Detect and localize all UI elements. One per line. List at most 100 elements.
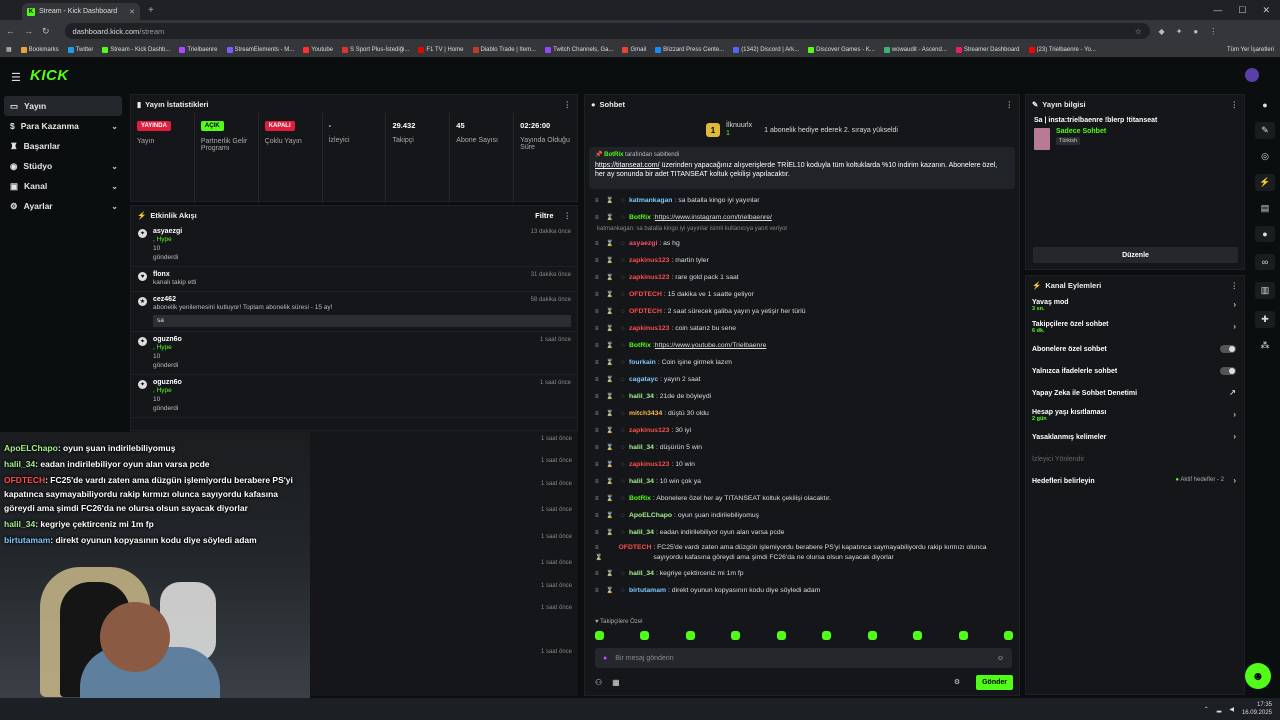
event-user[interactable]: cez462 xyxy=(153,296,571,303)
clock[interactable]: 17:35 16.09.2025 xyxy=(1242,701,1272,717)
list-icon[interactable]: ▥ xyxy=(1255,282,1275,299)
emoji-icon[interactable]: ☺ xyxy=(997,655,1004,662)
mod-actions-icon[interactable]: ≡ ⌛ ◌ xyxy=(595,570,625,577)
chat-username[interactable]: cagatayc xyxy=(629,376,658,383)
info-icon[interactable]: ● xyxy=(1262,100,1267,110)
action-followers-only[interactable]: Takipçilere özel sohbet 6 dk. › xyxy=(1026,316,1244,338)
sidebar-item-para-kazanma[interactable]: $ Para Kazanma ⌄ xyxy=(0,116,126,136)
bookmark-item[interactable]: Streamer Dashboard xyxy=(955,46,1020,53)
bookmark-item[interactable]: Blizzard Press Cente... xyxy=(655,46,724,53)
wrench-icon[interactable]: ✚ xyxy=(1255,311,1275,328)
mod-actions-icon[interactable]: ≡ ⌛ ◌ xyxy=(595,427,625,434)
support-chat-icon[interactable]: ☻ xyxy=(1245,663,1271,689)
user-avatar[interactable] xyxy=(1245,68,1259,82)
bookmark-item[interactable]: Twitter xyxy=(67,46,93,53)
chat-username[interactable]: zapkinus123 xyxy=(629,427,669,434)
chat-username[interactable]: zapkinus123 xyxy=(629,461,669,468)
menu-icon[interactable]: ⋮ xyxy=(1209,27,1217,36)
chat-username[interactable]: halil_34 xyxy=(629,393,654,400)
mod-actions-icon[interactable]: ≡ ⌛ ◌ xyxy=(595,543,613,565)
mod-actions-icon[interactable]: ≡ ⌛ ◌ xyxy=(595,461,625,468)
chat-username[interactable]: mitch3434 xyxy=(629,410,662,417)
bookmark-item[interactable]: Discover Games - K... xyxy=(808,46,875,53)
bookmark-item[interactable]: Stream - Kick Dashb... xyxy=(102,46,170,53)
new-tab-icon[interactable]: + xyxy=(148,5,154,16)
camera-icon[interactable]: ◎ xyxy=(1261,151,1269,162)
subscribers-only-toggle[interactable] xyxy=(1220,345,1236,353)
action-goals[interactable]: Hedefleri belirleyin Aktif hedefler - 2 … xyxy=(1026,470,1244,492)
chat-link[interactable]: https://www.youtube.com/Trielbaenre xyxy=(655,342,767,349)
sidebar-item-basarilar[interactable]: ♜ Başarılar xyxy=(0,136,126,156)
settings-icon[interactable]: ⚙ xyxy=(954,678,960,686)
chat-username[interactable]: BotRix xyxy=(629,342,651,349)
bookmark-item[interactable]: wowaudit - Ascend... xyxy=(883,46,947,53)
mod-actions-icon[interactable]: ≡ ⌛ ◌ xyxy=(595,495,625,502)
sidebar-item-kanal[interactable]: ▣ Kanal ⌄ xyxy=(0,176,126,196)
bookmark-item[interactable]: Bookmarks xyxy=(20,46,59,53)
microphone-icon[interactable]: ● xyxy=(603,655,607,662)
bookmark-item[interactable]: Gmail xyxy=(622,46,646,53)
action-account-age[interactable]: Hesap yaşı kısıtlaması 2 gün › xyxy=(1026,404,1244,426)
category-name[interactable]: Sadece Sohbet xyxy=(1056,128,1106,135)
minimize-icon[interactable]: — xyxy=(1213,5,1222,16)
emote-icon[interactable] xyxy=(640,631,650,640)
chat-username[interactable]: zapkinus123 xyxy=(629,257,669,264)
chat-username[interactable]: BotRix xyxy=(629,214,651,221)
emote-icon[interactable] xyxy=(1003,631,1013,640)
more-options-icon[interactable]: ⋮ xyxy=(1231,100,1239,109)
mod-actions-icon[interactable]: ≡ ⌛ ◌ xyxy=(595,359,625,366)
bolt-tool-icon[interactable]: ⚡ xyxy=(1255,174,1275,191)
mod-actions-icon[interactable]: ≡ ⌛ ◌ xyxy=(595,478,625,485)
url-field[interactable]: dashboard.kick.com/stream ☆ xyxy=(64,23,1150,39)
emote-only-toggle[interactable] xyxy=(1220,367,1236,375)
profile-icon[interactable]: ● xyxy=(1193,27,1198,36)
reload-icon[interactable]: ↻ xyxy=(42,26,50,37)
chat-username[interactable]: OFDTECH xyxy=(629,291,662,298)
star-icon[interactable]: ☆ xyxy=(1135,27,1142,36)
more-options-icon[interactable]: ⋮ xyxy=(1231,281,1239,290)
emote-icon[interactable] xyxy=(731,631,741,640)
chat-username[interactable]: BotRix xyxy=(629,495,651,502)
emote-icon[interactable] xyxy=(595,631,604,640)
chat-username[interactable]: halil_34 xyxy=(629,570,654,577)
chat-username[interactable]: halil_34 xyxy=(629,478,654,485)
mod-actions-icon[interactable]: ≡ ⌛ ◌ xyxy=(595,444,625,451)
all-bookmarks-button[interactable]: Tüm Yer İşaretleri xyxy=(1227,47,1274,53)
mod-actions-icon[interactable]: ≡ ⌛ ◌ xyxy=(595,393,625,400)
more-options-icon[interactable]: ⋮ xyxy=(564,211,572,220)
sidebar-item-ayarlar[interactable]: ⚙ Ayarlar ⌄ xyxy=(0,196,126,216)
volume-icon[interactable]: ◀ xyxy=(1229,706,1234,713)
chat-username[interactable]: halil_34 xyxy=(629,444,654,451)
apps-icon[interactable]: ▦ xyxy=(6,46,12,53)
hamburger-menu-icon[interactable]: ☰ xyxy=(11,71,21,84)
mod-actions-icon[interactable]: ≡ ⌛ ◌ xyxy=(595,240,625,247)
bookmark-item[interactable]: (23) Trielbaenre - Yo... xyxy=(1028,46,1096,53)
action-banned-words[interactable]: Yasaklanmış kelimeler › xyxy=(1026,426,1244,448)
more-options-icon[interactable]: ⋮ xyxy=(564,100,572,109)
mod-actions-icon[interactable]: ≡ ⌛ ◌ xyxy=(595,214,625,221)
close-window-icon[interactable]: ✕ xyxy=(1262,5,1270,16)
chat-tool-icon[interactable]: ● xyxy=(1255,226,1275,242)
bookmark-item[interactable]: Trielbaenre xyxy=(179,46,218,53)
chat-tools-icon[interactable]: ⚇ xyxy=(595,678,602,687)
network-tray-icon[interactable]: ▂ xyxy=(1217,706,1222,713)
mod-actions-icon[interactable]: ≡ ⌛ ◌ xyxy=(595,325,625,332)
mod-actions-icon[interactable]: ≡ ⌛ ◌ xyxy=(595,257,625,264)
edit-tool-icon[interactable]: ✎ xyxy=(1255,122,1275,139)
chat-link[interactable]: https://www.instagram.com/trielbaenre/ xyxy=(655,214,772,221)
event-user[interactable]: asyaezgi xyxy=(153,228,571,235)
bookmark-item[interactable]: Youtube xyxy=(303,46,333,53)
mod-actions-icon[interactable]: ≡ ⌛ ◌ xyxy=(595,291,625,298)
emote-icon[interactable] xyxy=(867,631,877,640)
bookmark-item[interactable]: F1 TV | Home xyxy=(418,46,464,53)
gift-user[interactable]: İlknuurlx xyxy=(726,122,752,130)
close-tab-icon[interactable]: ✕ xyxy=(129,8,135,16)
forward-icon[interactable]: → xyxy=(24,26,33,36)
extension-icon[interactable]: ◆ xyxy=(1159,27,1165,36)
chat-username[interactable]: zapkinus123 xyxy=(629,274,669,281)
action-ai-moderation[interactable]: Yapay Zeka ile Sohbet Denetimi ↗ xyxy=(1026,382,1244,404)
chat-username[interactable]: birtutamam xyxy=(629,587,666,594)
edit-button[interactable]: Düzenle xyxy=(1033,247,1238,263)
emote-icon[interactable] xyxy=(822,631,832,640)
event-user[interactable]: oguzn6o xyxy=(153,336,571,343)
